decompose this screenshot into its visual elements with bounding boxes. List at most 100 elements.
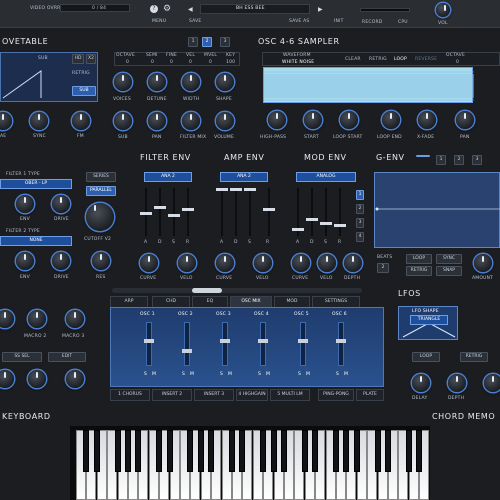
genv-display-icon[interactable] [416,155,430,157]
fine-value[interactable]: 0 [170,60,173,65]
filter-env-s[interactable] [168,188,180,236]
piano-black-key[interactable] [416,430,423,472]
width-knob[interactable] [182,73,200,91]
mix-ch1-mute[interactable]: M [152,372,156,377]
mix-fader-4[interactable] [258,322,268,366]
lfo-depth-knob[interactable] [448,374,466,392]
piano-black-key[interactable] [166,430,173,472]
bpm-button[interactable]: SS SEL [2,352,42,362]
piano-black-key[interactable] [353,430,360,472]
volume-osc-knob[interactable] [216,112,234,130]
piano-black-key[interactable] [229,430,235,472]
reverse-button[interactable]: REVERSE [415,57,437,62]
detune-knob[interactable] [148,73,166,91]
voices-knob[interactable] [114,73,132,91]
vel-value[interactable]: 0 [189,60,192,65]
x2-button[interactable]: X2 [86,54,96,64]
init-button[interactable]: INIT [334,19,344,24]
high-pass-knob[interactable] [268,111,286,129]
sub-knob[interactable] [114,112,132,130]
ae-knob[interactable] [0,112,12,130]
prev-preset-icon[interactable]: ◀ [188,6,193,13]
piano-black-key[interactable] [333,430,339,472]
mix-fader-2[interactable] [182,322,192,366]
hd-button[interactable]: HD [72,54,84,64]
mix-ch1-solo[interactable]: S [144,372,147,377]
macro-3-knob[interactable] [66,310,84,328]
genv-slot-2[interactable]: 2 [454,155,464,165]
mix-ch2-solo[interactable]: S [182,372,185,377]
sampler-pan-knob[interactable] [456,111,474,129]
mod-env-curve-knob[interactable] [292,254,310,272]
filter2-drive-knob[interactable] [52,252,70,270]
filter-env-curve-knob[interactable] [140,254,158,272]
piano-black-key[interactable] [405,430,412,472]
genv-sync-button[interactable]: SYNC [436,254,462,264]
filter-mix-knob[interactable] [182,112,200,130]
mod-env-slot-1[interactable]: 1 [356,190,364,200]
mix-ch4-mute[interactable]: M [266,372,270,377]
macro-2-knob[interactable] [28,310,46,328]
amp-env-velo-knob[interactable] [254,254,272,272]
next-preset-icon[interactable]: ▶ [318,6,323,13]
x-fade-knob[interactable] [418,111,436,129]
help-icon[interactable]: ? [150,5,158,13]
mix-fader-5[interactable] [298,322,308,366]
mod-env-a[interactable] [292,188,304,236]
piano-black-key[interactable] [93,430,100,472]
genv-slot-1[interactable]: 1 [436,155,446,165]
res-knob[interactable] [92,252,110,270]
filter-env-d[interactable] [154,188,166,236]
piano-black-key[interactable] [197,430,204,472]
piano-black-key[interactable] [385,430,391,472]
volume-knob[interactable] [436,3,450,17]
mod-env-r[interactable] [334,188,346,236]
mix-ch3-mute[interactable]: M [228,372,232,377]
piano-black-key[interactable] [301,430,308,472]
fm-knob[interactable] [72,112,90,130]
mix-ch6-mute[interactable]: M [344,372,348,377]
genv-loop-button[interactable]: LOOP [406,254,432,264]
macro-edit-button[interactable]: EDIT [48,352,86,362]
shape-knob[interactable] [216,73,234,91]
macro-5-knob[interactable] [0,370,14,388]
fx-slot-4[interactable]: 4 HIGHGAIN [236,389,268,401]
key-value[interactable]: 100 [226,60,235,65]
macro-1-knob[interactable] [0,310,14,328]
start-knob[interactable] [304,111,322,129]
genv-display[interactable] [374,172,500,248]
lfo-loop-button[interactable]: LOOP [412,352,440,362]
filter-env-velo-knob[interactable] [178,254,196,272]
piano-black-key[interactable] [239,430,246,472]
genv-retrig-button[interactable]: RETRIG [406,266,432,276]
cutoff-knob[interactable] [86,203,114,231]
filter-env-mode[interactable]: ANA 2 [144,172,192,182]
mix-ch6-solo[interactable]: S [336,372,339,377]
mvel-value[interactable]: 0 [209,60,212,65]
save-button[interactable]: SAVE [189,19,201,24]
osc-tab-1[interactable]: 1 [188,37,198,47]
mix-fader-1[interactable] [144,322,154,366]
sync-knob[interactable] [30,112,48,130]
semi-value[interactable]: 0 [151,60,154,65]
genv-amount-knob[interactable] [474,254,492,272]
piano-black-key[interactable] [125,430,131,472]
piano-black-key[interactable] [114,430,121,472]
piano-black-key[interactable] [135,430,142,472]
piano-black-key[interactable] [260,430,267,472]
piano-black-key[interactable] [83,430,90,472]
sampler-retrig[interactable]: RETRIG [369,57,387,62]
lfo-retrig-button[interactable]: RETRIG [460,352,488,362]
amp-env-d[interactable] [230,188,242,236]
mod-env-velo-knob[interactable] [318,254,336,272]
fx-slot-6[interactable]: PING-PONG [318,389,354,401]
mixer-scroll[interactable] [112,288,362,293]
piano-black-key[interactable] [312,430,319,472]
sample-waveform[interactable] [263,67,474,103]
mix-ch3-solo[interactable]: S [220,372,223,377]
mix-ch5-solo[interactable]: S [298,372,301,377]
fx-slot-5[interactable]: 5 MULTI LM [270,389,310,401]
filter-drive-knob[interactable] [52,195,70,213]
macro-6-knob[interactable] [28,370,46,388]
mod-env-d[interactable] [306,188,318,236]
